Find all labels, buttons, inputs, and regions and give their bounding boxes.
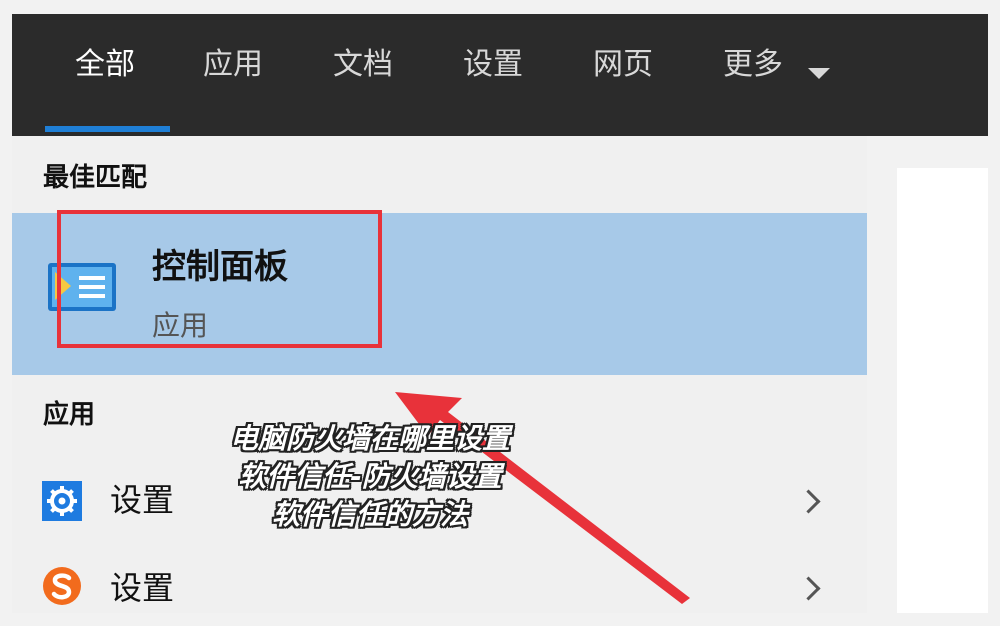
list-item-label: 设置 — [110, 481, 175, 519]
tab-documents[interactable]: 文档 — [333, 50, 393, 80]
control-panel-icon — [48, 263, 116, 311]
best-match-subtitle: 应用 — [152, 309, 209, 342]
tab-web[interactable]: 网页 — [593, 50, 653, 80]
tab-settings[interactable]: 设置 — [463, 50, 523, 80]
sogou-icon — [43, 567, 81, 605]
best-match-title: 控制面板 — [152, 247, 288, 287]
tab-more[interactable]: 更多 — [723, 50, 783, 80]
apps-header: 应用 — [43, 400, 96, 430]
tab-apps[interactable]: 应用 — [203, 50, 263, 80]
tab-all[interactable]: 全部 — [75, 50, 135, 80]
preview-pane — [897, 168, 988, 613]
best-match-header: 最佳匹配 — [43, 163, 148, 193]
list-item-label: 设置 — [110, 569, 175, 607]
best-match-control-panel[interactable] — [12, 213, 867, 375]
active-tab-indicator — [45, 126, 170, 132]
gear-icon — [42, 481, 82, 521]
chevron-down-icon[interactable] — [808, 68, 830, 79]
